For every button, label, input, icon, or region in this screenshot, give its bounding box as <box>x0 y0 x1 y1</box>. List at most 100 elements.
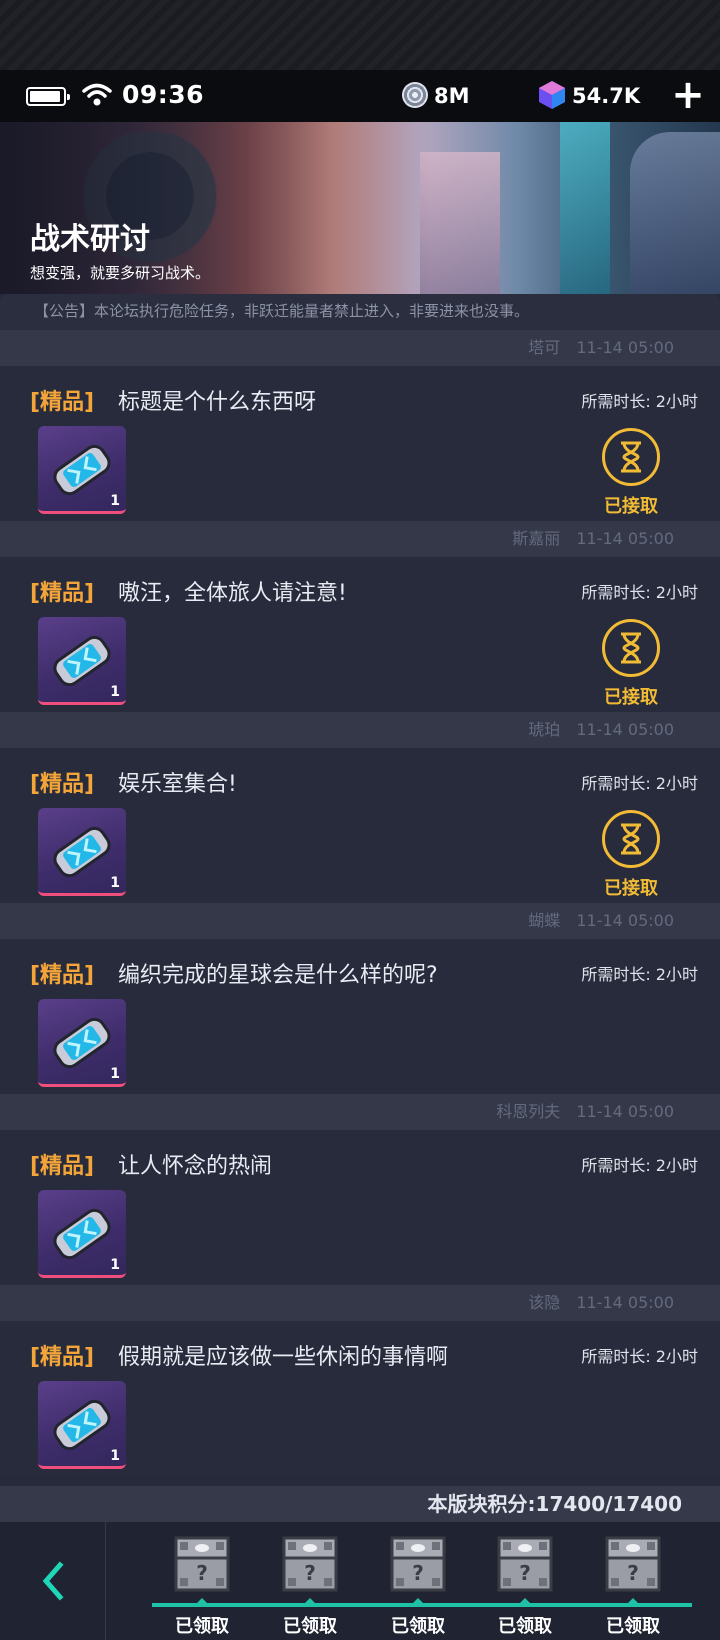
reward-item-slot[interactable]: 1 <box>38 617 126 705</box>
post-body: [精品] 标题是个什么东西呀 所需时长: 2小时 1 已接取 <box>0 366 720 521</box>
announcement: 【公告】本论坛执行危险任务，非跃迁能量者禁止进入，非要进来也没事。 <box>0 294 720 330</box>
hourglass-icon <box>602 810 660 868</box>
forum-post[interactable]: 蝴蝶 11-14 05:00 [精品] 编织完成的星球会是什么样的呢? 所需时长: 2小… <box>0 903 720 1094</box>
post-duration: 所需时长: 2小时 <box>581 392 698 411</box>
accepted-status: 已接取 <box>596 428 666 518</box>
post-time: 11-14 05:00 <box>576 338 674 357</box>
chest-icon: ? <box>156 1532 248 1596</box>
gem-icon <box>539 81 565 109</box>
reward-item-slot[interactable]: 1 <box>38 999 126 1087</box>
chevron-left-icon <box>42 1561 64 1601</box>
reward-item-slot[interactable]: 1 <box>38 426 126 514</box>
post-duration: 所需时长: 2小时 <box>581 1347 698 1366</box>
forum-post[interactable]: 科恩列夫 11-14 05:00 [精品] 让人怀念的热闹 所需时长: 2小时 1 <box>0 1094 720 1285</box>
post-author: 琥珀 <box>528 720 561 739</box>
item-count: 1 <box>110 1066 120 1082</box>
accepted-label: 已接取 <box>604 496 658 517</box>
post-title[interactable]: 嗷汪，全体旅人请注意! <box>118 575 347 607</box>
page-subtitle: 想变强，就要多研习战术。 <box>30 264 211 282</box>
item-count: 1 <box>110 493 120 509</box>
reward-chest[interactable]: ? 已领取 <box>264 1532 356 1640</box>
svg-text:?: ? <box>304 1561 316 1585</box>
post-duration: 所需时长: 2小时 <box>581 774 698 793</box>
post-time: 11-14 05:00 <box>576 529 674 548</box>
post-meta: 斯嘉丽 11-14 05:00 <box>0 521 720 557</box>
forum-post[interactable]: 琥珀 11-14 05:00 [精品] 娱乐室集合! 所需时长: 2小时 1 已接取 <box>0 712 720 903</box>
progress-marker <box>302 1598 318 1606</box>
item-count: 1 <box>110 1448 120 1464</box>
battery-icon <box>26 87 70 106</box>
reward-chest[interactable]: ? 已领取 <box>479 1532 571 1640</box>
progress-marker <box>625 1598 641 1606</box>
post-author: 科恩列夫 <box>496 1102 561 1121</box>
status-bar: 09:36 8M 54.7K + <box>0 70 720 122</box>
reward-status: 已领取 <box>606 1616 660 1637</box>
clock: 09:36 <box>122 80 205 109</box>
post-duration: 所需时长: 2小时 <box>581 1156 698 1175</box>
forum-post[interactable]: 塔可 11-14 05:00 [精品] 标题是个什么东西呀 所需时长: 2小时 1 已接取 <box>0 330 720 521</box>
post-body: [精品] 假期就是应该做一些休闲的事情啊 所需时长: 2小时 1 <box>0 1321 720 1476</box>
add-currency-button[interactable]: + <box>670 75 706 116</box>
reward-chest[interactable]: ? 已领取 <box>587 1532 679 1640</box>
reward-chest[interactable]: ? 已领取 <box>156 1532 248 1640</box>
post-tag: [精品] <box>30 581 95 606</box>
post-tag: [精品] <box>30 1345 95 1370</box>
chest-icon: ? <box>479 1532 571 1596</box>
svg-text:?: ? <box>412 1561 424 1585</box>
post-meta: 该隐 11-14 05:00 <box>0 1285 720 1321</box>
reward-item-slot[interactable]: 1 <box>38 1381 126 1469</box>
reward-chest[interactable]: ? 已领取 <box>372 1532 464 1640</box>
reward-status: 已领取 <box>391 1616 445 1637</box>
chest-icon: ? <box>587 1532 679 1596</box>
post-author: 斯嘉丽 <box>512 529 561 548</box>
page-title: 战术研讨 <box>30 222 150 257</box>
svg-text:?: ? <box>627 1561 639 1585</box>
post-title[interactable]: 让人怀念的热闹 <box>118 1148 272 1180</box>
accepted-label: 已接取 <box>604 687 658 708</box>
chest-icon: ? <box>372 1532 464 1596</box>
post-title[interactable]: 标题是个什么东西呀 <box>118 384 316 416</box>
post-author: 塔可 <box>528 338 561 357</box>
top-decor-strip <box>0 0 720 70</box>
reward-status: 已领取 <box>498 1616 552 1637</box>
post-author: 该隐 <box>528 1293 561 1312</box>
board-score: 本版块积分:17400/17400 <box>0 1486 720 1522</box>
svg-text:?: ? <box>196 1561 208 1585</box>
progress-marker <box>194 1598 210 1606</box>
post-meta: 塔可 11-14 05:00 <box>0 330 720 366</box>
forum-banner: 战术研讨 想变强，就要多研习战术。 <box>0 122 720 294</box>
forum-post[interactable]: 斯嘉丽 11-14 05:00 [精品] 嗷汪，全体旅人请注意! 所需时长: 2小时 1 已… <box>0 521 720 712</box>
post-time: 11-14 05:00 <box>576 720 674 739</box>
accepted-status: 已接取 <box>596 810 666 900</box>
back-button[interactable] <box>0 1522 106 1640</box>
bottom-bar: ? 已领取? 已领取? 已领取? 已领取? 已领取 <box>0 1522 720 1640</box>
post-title[interactable]: 假期就是应该做一些休闲的事情啊 <box>118 1339 448 1371</box>
accepted-status: 已接取 <box>596 619 666 709</box>
item-count: 1 <box>110 684 120 700</box>
post-title[interactable]: 编织完成的星球会是什么样的呢? <box>118 957 438 989</box>
post-tag: [精品] <box>30 772 95 797</box>
progress-marker <box>517 1598 533 1606</box>
coin-icon <box>402 82 428 108</box>
post-body: [精品] 让人怀念的热闹 所需时长: 2小时 1 <box>0 1130 720 1285</box>
post-time: 11-14 05:00 <box>576 1102 674 1121</box>
coin-amount: 8M <box>434 84 470 108</box>
item-count: 1 <box>110 875 120 891</box>
hourglass-icon <box>602 428 660 486</box>
post-body: [精品] 编织完成的星球会是什么样的呢? 所需时长: 2小时 1 <box>0 939 720 1094</box>
reward-item-slot[interactable]: 1 <box>38 808 126 896</box>
post-meta: 琥珀 11-14 05:00 <box>0 712 720 748</box>
post-tag: [精品] <box>30 390 95 415</box>
wifi-icon <box>82 83 112 106</box>
post-body: [精品] 嗷汪，全体旅人请注意! 所需时长: 2小时 1 已接取 <box>0 557 720 712</box>
post-body: [精品] 娱乐室集合! 所需时长: 2小时 1 已接取 <box>0 748 720 903</box>
post-meta: 科恩列夫 11-14 05:00 <box>0 1094 720 1130</box>
post-meta: 蝴蝶 11-14 05:00 <box>0 903 720 939</box>
post-tag: [精品] <box>30 1154 95 1179</box>
reward-item-slot[interactable]: 1 <box>38 1190 126 1278</box>
post-tag: [精品] <box>30 963 95 988</box>
post-time: 11-14 05:00 <box>576 1293 674 1312</box>
forum-post[interactable]: 该隐 11-14 05:00 [精品] 假期就是应该做一些休闲的事情啊 所需时长: 2小… <box>0 1285 720 1476</box>
reward-status: 已领取 <box>175 1616 229 1637</box>
post-title[interactable]: 娱乐室集合! <box>118 766 237 798</box>
